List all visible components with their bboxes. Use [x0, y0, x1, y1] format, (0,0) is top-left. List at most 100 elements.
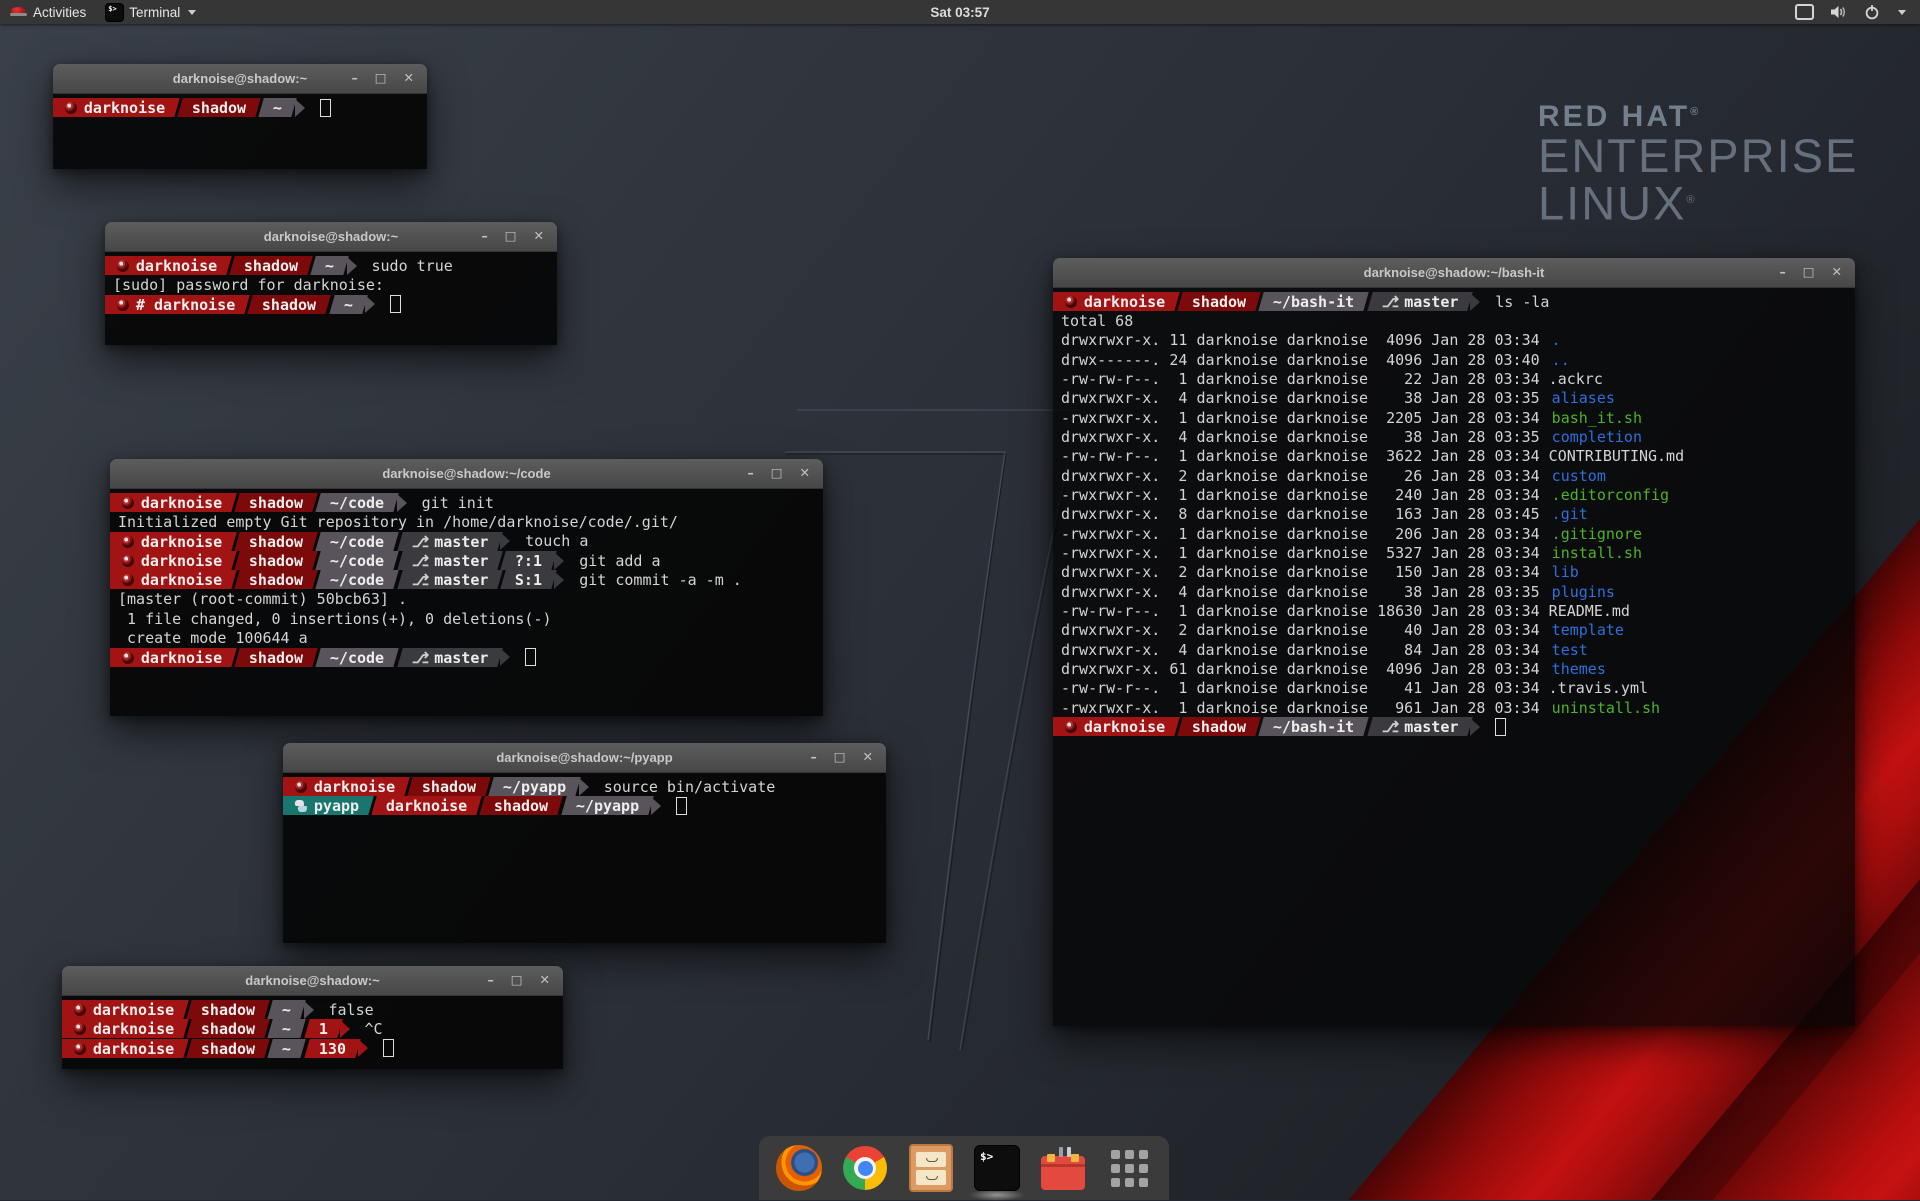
- redhat-icon: [1065, 296, 1077, 308]
- redhat-icon: [74, 1004, 86, 1016]
- terminal-window-home-sudo[interactable]: darknoise@shadow:~ –□✕ darknoiseshadow~s…: [105, 222, 557, 345]
- firefox-icon: [776, 1145, 822, 1191]
- minimize-button[interactable]: –: [481, 230, 487, 243]
- system-tray[interactable]: [1795, 0, 1920, 24]
- terminal-text: -rw-rw-r--. 1 darknoise darknoise 18630 …: [1061, 602, 1630, 620]
- close-button[interactable]: ✕: [863, 751, 873, 764]
- terminal-text: git add a: [579, 552, 660, 570]
- close-button[interactable]: ✕: [534, 230, 544, 243]
- maximize-button[interactable]: □: [505, 230, 517, 243]
- rhel-wallpaper-logo: RED HAT® ENTERPRISE LINUX®: [1538, 100, 1858, 226]
- terminal-content[interactable]: darknoiseshadow~/bash-it⎇masterls -latot…: [1053, 288, 1855, 1026]
- titlebar[interactable]: darknoise@shadow:~ –□✕: [53, 64, 427, 94]
- terminal-text: completion: [1552, 428, 1642, 446]
- chevron-down-icon: [188, 10, 196, 15]
- redhat-icon: [122, 651, 134, 663]
- redhat-icon: [74, 1023, 86, 1035]
- titlebar[interactable]: darknoise@shadow:~/pyapp –□✕: [283, 743, 886, 773]
- terminal-content[interactable]: darknoiseshadow~: [53, 94, 427, 169]
- powerline-arrow-icon: [295, 99, 305, 117]
- terminal-text: template: [1552, 621, 1624, 639]
- terminal-text: false: [329, 1001, 374, 1019]
- terminal-window-code[interactable]: darknoise@shadow:~/code –□✕ darknoisesha…: [110, 459, 823, 716]
- terminal-text: drwx------. 24 darknoise darknoise 4096 …: [1061, 351, 1549, 369]
- terminal-icon: [975, 1146, 1019, 1190]
- redhat-icon: [122, 574, 134, 586]
- minimize-button[interactable]: –: [747, 467, 753, 480]
- brand-line-enterprise: ENTERPRISE: [1538, 134, 1858, 178]
- terminal-line: darknoiseshadow~1^C: [62, 1019, 563, 1038]
- close-button[interactable]: ✕: [1832, 266, 1842, 279]
- minimize-button[interactable]: –: [810, 751, 816, 764]
- python-icon: [295, 800, 307, 812]
- terminal-text: .: [1552, 331, 1561, 349]
- terminal-text: drwxrwxr-x. 4 darknoise darknoise 38 Jan…: [1061, 428, 1549, 446]
- terminal-text: drwxrwxr-x. 4 darknoise darknoise 84 Jan…: [1061, 641, 1549, 659]
- registered-mark: ®: [1686, 194, 1696, 206]
- terminal-text: themes: [1552, 660, 1606, 678]
- close-button[interactable]: ✕: [800, 467, 810, 480]
- dock-item-files[interactable]: [907, 1144, 955, 1192]
- terminal-text: [sudo] password for darknoise:: [113, 276, 384, 294]
- activities-button[interactable]: Activities: [0, 0, 96, 24]
- terminal-line: darknoiseshadow~/bash-it⎇masterls -la: [1053, 292, 1855, 311]
- chrome-icon: [843, 1146, 887, 1190]
- dock-item-chrome[interactable]: [841, 1144, 889, 1192]
- maximize-button[interactable]: □: [834, 751, 846, 764]
- terminal-text: install.sh: [1552, 544, 1642, 562]
- redhat-icon: [1065, 721, 1077, 733]
- terminal-window-home-exit[interactable]: darknoise@shadow:~ –□✕ darknoiseshadow~f…: [62, 966, 563, 1069]
- maximize-button[interactable]: □: [771, 467, 783, 480]
- minimize-button[interactable]: –: [1779, 266, 1785, 279]
- terminal-line: drwxrwxr-x. 2 darknoise darknoise 26 Jan…: [1053, 466, 1855, 485]
- terminal-text: total 68: [1061, 312, 1133, 330]
- dock-item-terminal[interactable]: [973, 1144, 1021, 1192]
- terminal-content[interactable]: darknoiseshadow~falsedarknoiseshadow~1^C…: [62, 996, 563, 1069]
- terminal-text: Initialized empty Git repository in /hom…: [118, 513, 678, 531]
- titlebar[interactable]: darknoise@shadow:~ –□✕: [105, 222, 557, 252]
- terminal-text: .git: [1552, 505, 1588, 523]
- terminal-content[interactable]: darknoiseshadow~sudo true[sudo] password…: [105, 252, 557, 345]
- maximize-button[interactable]: □: [1803, 266, 1815, 279]
- app-menu-label: Terminal: [129, 5, 180, 20]
- terminal-window-bash-it[interactable]: darknoise@shadow:~/bash-it –□✕ darknoise…: [1053, 258, 1855, 1026]
- titlebar[interactable]: darknoise@shadow:~ –□✕: [62, 966, 563, 996]
- terminal-line: drwxrwxr-x. 11 darknoise darknoise 4096 …: [1053, 331, 1855, 350]
- terminal-text: source bin/activate: [604, 778, 776, 796]
- dock-item-toolbox[interactable]: [1039, 1144, 1087, 1192]
- terminal-line: darknoiseshadow~/codegit init: [110, 493, 823, 512]
- terminal-content[interactable]: darknoiseshadow~/codegit initInitialized…: [110, 489, 823, 716]
- close-button[interactable]: ✕: [540, 974, 550, 987]
- terminal-window-pyapp[interactable]: darknoise@shadow:~/pyapp –□✕ darknoisesh…: [283, 743, 886, 943]
- maximize-button[interactable]: □: [375, 72, 387, 85]
- terminal-text: .gitignore: [1552, 525, 1642, 543]
- titlebar[interactable]: darknoise@shadow:~/code –□✕: [110, 459, 823, 489]
- close-button[interactable]: ✕: [404, 72, 414, 85]
- terminal-line: darknoiseshadow~/code⎇masterS:1git commi…: [110, 570, 823, 589]
- terminal-text: sudo true: [372, 257, 453, 275]
- terminal-line: darknoiseshadow~/pyappsource bin/activat…: [283, 777, 886, 796]
- terminal-text: create mode 100644 a: [118, 629, 308, 647]
- redhat-icon: [74, 1042, 86, 1054]
- terminal-line: darknoiseshadow~/code⎇master: [110, 648, 823, 667]
- clock[interactable]: Sat 03:57: [930, 5, 989, 20]
- minimize-button[interactable]: –: [351, 72, 357, 85]
- app-menu-terminal[interactable]: Terminal: [96, 0, 206, 24]
- redhat-icon: [117, 260, 129, 272]
- terminal-text: drwxrwxr-x. 4 darknoise darknoise 38 Jan…: [1061, 583, 1549, 601]
- terminal-text: drwxrwxr-x. 4 darknoise darknoise 38 Jan…: [1061, 389, 1549, 407]
- terminal-line: -rw-rw-r--. 1 darknoise darknoise 18630 …: [1053, 601, 1855, 620]
- dock-item-firefox[interactable]: [775, 1144, 823, 1192]
- terminal-content[interactable]: darknoiseshadow~/pyappsource bin/activat…: [283, 773, 886, 943]
- titlebar[interactable]: darknoise@shadow:~/bash-it –□✕: [1053, 258, 1855, 288]
- minimize-button[interactable]: –: [487, 974, 493, 987]
- terminal-line: -rw-rw-r--. 1 darknoise darknoise 22 Jan…: [1053, 369, 1855, 388]
- wallpaper-arc-lines: [780, 400, 1080, 1050]
- redhat-icon: [122, 535, 134, 547]
- dock-item-app-grid[interactable]: [1105, 1144, 1153, 1192]
- terminal-window-home-small[interactable]: darknoise@shadow:~ –□✕ darknoiseshadow~: [53, 64, 427, 169]
- maximize-button[interactable]: □: [511, 974, 523, 987]
- redhat-logo-icon: [10, 6, 27, 18]
- terminal-text: drwxrwxr-x. 2 darknoise darknoise 40 Jan…: [1061, 621, 1549, 639]
- terminal-line: darknoiseshadow~: [53, 98, 427, 117]
